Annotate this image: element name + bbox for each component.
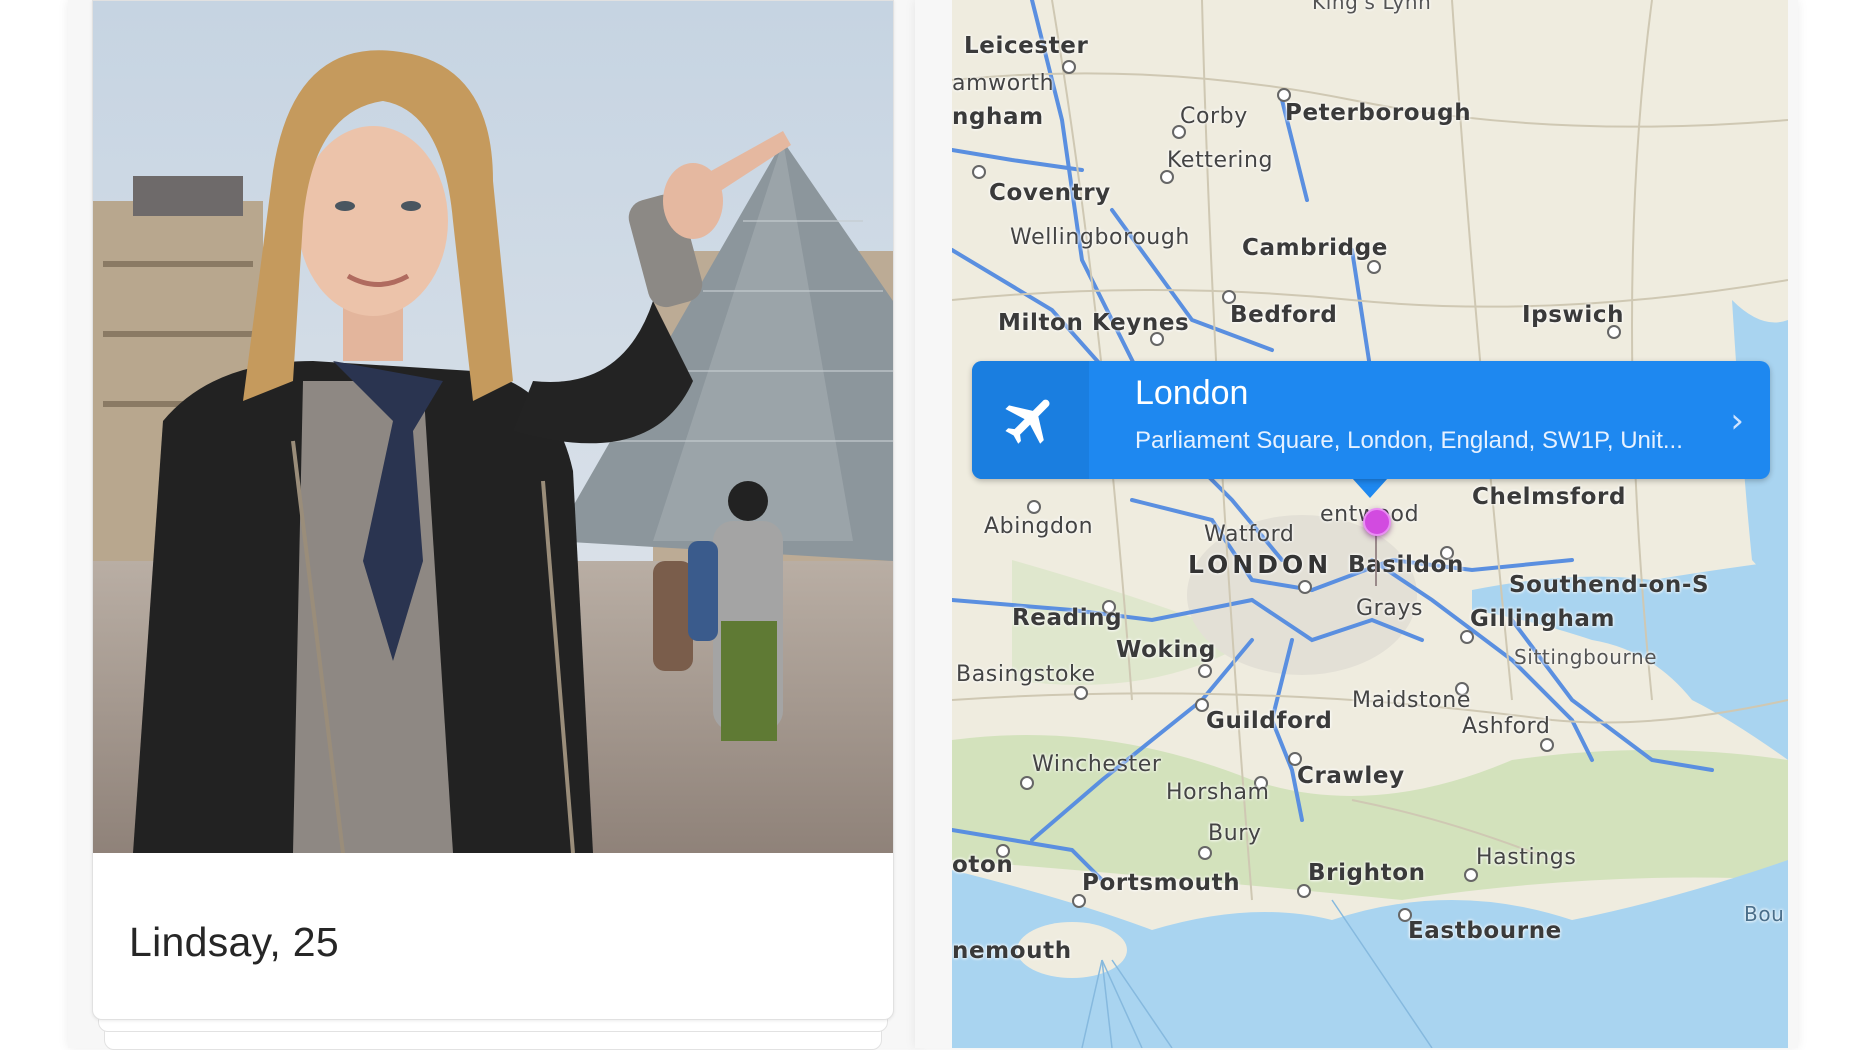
place-crawley: Crawley <box>1297 763 1405 789</box>
place-ingham: ngham <box>952 104 1044 130</box>
place-abingdon: Abingdon <box>984 514 1094 539</box>
place-southampton: oton <box>952 852 1014 878</box>
chevron-right-icon[interactable]: › <box>1730 401 1744 441</box>
place-coventry: Coventry <box>989 180 1111 206</box>
place-kettering: Kettering <box>1167 148 1274 173</box>
location-callout[interactable]: London Parliament Square, London, Englan… <box>972 361 1770 479</box>
town-dot-basingstoke <box>1074 686 1088 700</box>
town-dot-london <box>1298 580 1312 594</box>
place-grays: Grays <box>1356 596 1424 621</box>
callout-subtitle: Parliament Square, London, England, SW1P… <box>1135 427 1683 454</box>
place-brighton: Brighton <box>1308 860 1426 886</box>
town-dot-leicester <box>1062 60 1076 74</box>
place-bury: Bury <box>1208 821 1262 846</box>
location-pin-stem <box>1375 534 1377 586</box>
place-ipswich: Ipswich <box>1522 302 1625 328</box>
callout-pointer <box>1352 478 1388 498</box>
place-kings-lynn: King's Lynn <box>1312 0 1432 14</box>
profile-photo <box>93 1 893 853</box>
town-dot-hastings <box>1464 868 1478 882</box>
location-pin[interactable] <box>1363 508 1391 536</box>
place-portsmouth: Portsmouth <box>1082 870 1241 896</box>
place-wellingborough: Wellingborough <box>1010 225 1190 250</box>
place-tamworth: amworth <box>952 71 1055 96</box>
place-woking: Woking <box>1116 637 1216 663</box>
town-dot-bury <box>1198 846 1212 860</box>
place-bedford: Bedford <box>1230 302 1338 328</box>
callout-title: London <box>1135 374 1249 412</box>
place-hastings: Hastings <box>1476 845 1577 870</box>
place-cambridge: Cambridge <box>1242 235 1388 261</box>
place-basingstoke: Basingstoke <box>956 662 1096 687</box>
profile-name-age: Lindsay, 25 <box>129 919 339 965</box>
town-dot-abingdon <box>1027 500 1041 514</box>
airplane-icon <box>972 361 1089 479</box>
place-milton-keynes: Milton Keynes <box>998 310 1190 336</box>
map-screen: Leicester King's Lynn amworth ngham Corb… <box>915 0 1798 1048</box>
place-london: LONDON <box>1188 550 1333 579</box>
place-boulogne: Bou <box>1744 902 1785 926</box>
town-dot-ashford <box>1540 738 1554 752</box>
place-corby: Corby <box>1180 104 1248 129</box>
place-horsham: Horsham <box>1166 780 1270 805</box>
place-leicester: Leicester <box>964 33 1089 59</box>
town-dot-portsmouth <box>1072 894 1086 908</box>
town-dot-winchester <box>1020 776 1034 790</box>
place-reading: Reading <box>1012 605 1123 631</box>
place-eastbourne: Eastbourne <box>1408 918 1562 944</box>
place-watford: Watford <box>1204 522 1295 547</box>
town-dot-woking <box>1198 664 1212 678</box>
profile-card[interactable]: Lindsay, 25 <box>92 0 894 1020</box>
place-guildford: Guildford <box>1206 708 1333 734</box>
profile-screen: Lindsay, 25 <box>68 0 920 1050</box>
place-maidstone: Maidstone <box>1352 688 1471 713</box>
town-dot-coventry <box>972 165 986 179</box>
place-bournemouth: nemouth <box>952 938 1072 964</box>
town-dot-cambridge <box>1367 260 1381 274</box>
town-dot-brighton <box>1297 884 1311 898</box>
town-dot-gillingham <box>1460 630 1474 644</box>
place-chelmsford: Chelmsford <box>1472 484 1627 510</box>
place-gillingham: Gillingham <box>1470 606 1616 632</box>
place-basildon: Basildon <box>1348 552 1464 578</box>
place-sittingbourne: Sittingbourne <box>1514 645 1658 669</box>
map-view[interactable]: Leicester King's Lynn amworth ngham Corb… <box>952 0 1788 1048</box>
place-southend: Southend-on-S <box>1509 572 1710 598</box>
place-ashford: Ashford <box>1462 714 1551 739</box>
place-winchester: Winchester <box>1032 752 1162 777</box>
place-peterborough: Peterborough <box>1285 100 1472 126</box>
